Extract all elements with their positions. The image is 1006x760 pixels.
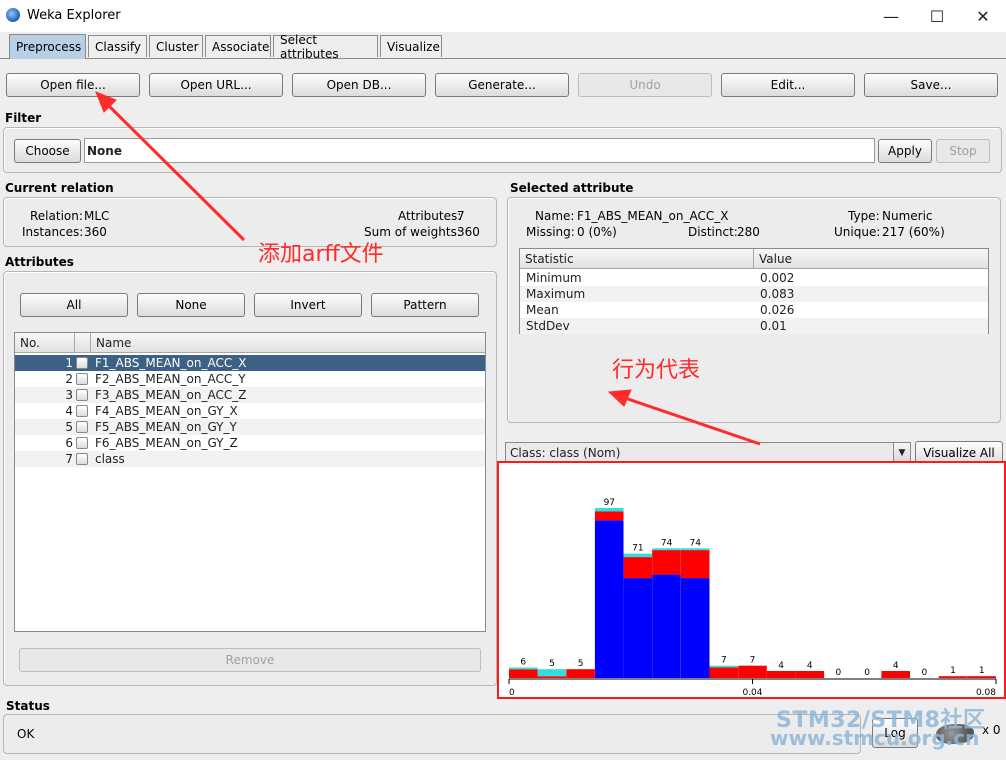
arrow-head-histogram: [607, 389, 632, 407]
status-panel: [3, 714, 861, 754]
annotation-overlay: [95, 91, 761, 446]
annotation-add-arff: 添加arff文件: [258, 242, 384, 267]
watermark-line2: www.stmcu.org.cn: [770, 726, 980, 750]
status-label: Status: [6, 699, 50, 713]
annotation-behavior: 行为代表: [612, 358, 701, 383]
arrow-to-histogram: [624, 396, 761, 446]
arrow-to-open-file: [104, 101, 246, 242]
status-text: OK: [17, 727, 35, 741]
